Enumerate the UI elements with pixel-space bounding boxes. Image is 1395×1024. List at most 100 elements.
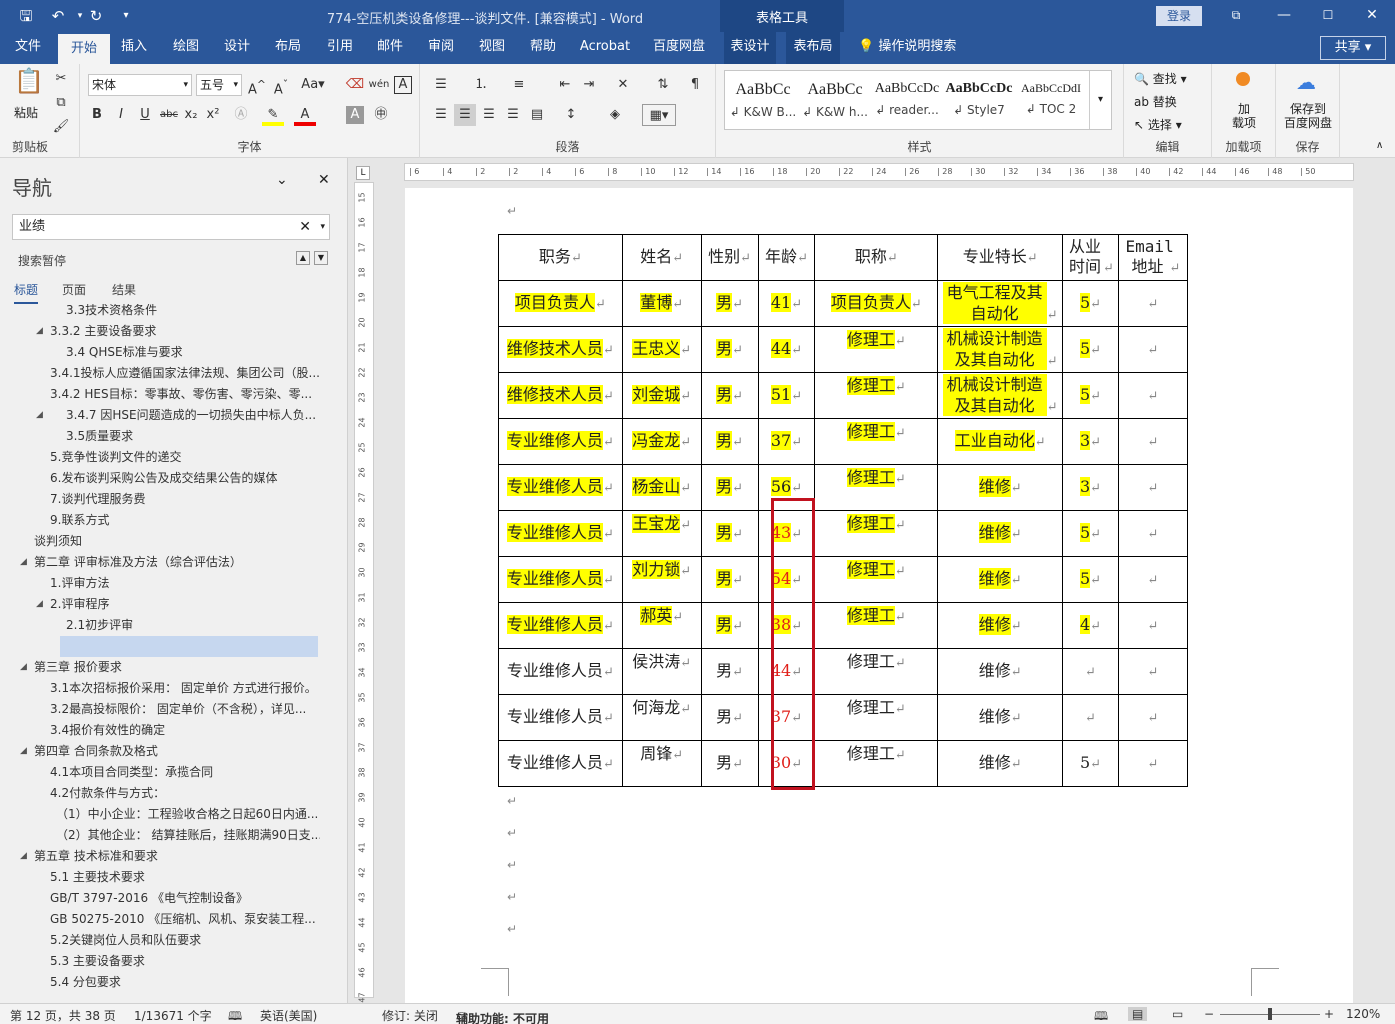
increase-indent-icon[interactable]: ⇥: [578, 74, 600, 96]
table-cell[interactable]: 机械设计制造及其自动化 ↵: [937, 372, 1064, 419]
table-cell[interactable]: 专业维修人员↵: [498, 510, 623, 557]
change-case-icon[interactable]: Aa▾: [298, 74, 328, 96]
justify-icon[interactable]: ☰: [502, 104, 524, 126]
nav-item[interactable]: 5.4 分包要求: [0, 972, 320, 992]
tab-draw[interactable]: 绘图: [164, 32, 208, 64]
table-cell[interactable]: 专业维修人员↵: [498, 740, 623, 787]
table-cell[interactable]: 周锋↵: [621, 740, 702, 787]
tab-table-design[interactable]: 表设计: [724, 32, 776, 64]
shrink-font-icon[interactable]: Aˇ: [270, 74, 292, 97]
italic-icon[interactable]: I: [110, 104, 132, 126]
table-cell[interactable]: ↵: [1117, 418, 1189, 465]
table-cell[interactable]: 51↵: [757, 372, 816, 419]
header-cell[interactable]: 姓名↵: [621, 234, 702, 281]
nav-item[interactable]: 6.发布谈判采购公告及成交结果公告的媒体: [0, 468, 320, 489]
table-cell[interactable]: 王忠义↵: [621, 326, 702, 373]
tab-baidu[interactable]: 百度网盘: [648, 32, 710, 64]
nav-item[interactable]: 9.联系方式: [0, 510, 320, 531]
header-cell[interactable]: Email地址 ↵: [1117, 234, 1189, 281]
save-to-baidu-button[interactable]: 保存到 百度网盘: [1276, 102, 1340, 130]
table-cell[interactable]: ↵: [1117, 464, 1189, 511]
grow-font-icon[interactable]: A^: [246, 74, 268, 97]
nav-close-icon[interactable]: ✕: [318, 172, 330, 188]
table-cell[interactable]: 维修↵: [937, 602, 1064, 649]
table-cell[interactable]: 专业维修人员↵: [498, 648, 623, 695]
table-cell[interactable]: 项目负责人↵: [814, 280, 939, 327]
table-cell[interactable]: 男↵: [700, 418, 759, 465]
nav-item[interactable]: ◢ 第三章 报价要求: [0, 657, 320, 678]
tab-view[interactable]: 视图: [470, 32, 514, 64]
table-cell[interactable]: ↵: [1117, 556, 1189, 603]
table-cell[interactable]: 5↵: [1062, 740, 1119, 787]
table-cell[interactable]: 何海龙↵: [621, 694, 702, 741]
vertical-ruler[interactable]: 15 16 17 18 19 20 21 22 23 24 25 26 27 28 29 30 31 32 33 34…: [354, 182, 374, 1003]
redo-icon[interactable]: ↻: [86, 6, 106, 26]
table-cell[interactable]: 机械设计制造及其自动化 ↵: [937, 326, 1064, 373]
table-cell[interactable]: 3↵: [1062, 464, 1119, 511]
nav-item[interactable]: ◢ 3.4.7 因HSE问题造成的一切损失由中标人负...: [0, 405, 320, 426]
borders-icon[interactable]: ▦▾: [642, 104, 676, 126]
style-toc2[interactable]: AaBbCcDdI ↲ TOC 2: [1015, 71, 1087, 129]
table-cell[interactable]: 专业维修人员↵: [498, 602, 623, 649]
underline-icon[interactable]: U: [134, 104, 156, 126]
table-cell[interactable]: 37↵: [757, 418, 816, 465]
table-cell[interactable]: 侯洪涛↵: [621, 648, 702, 695]
baidu-cloud-icon[interactable]: ☁: [1296, 70, 1316, 94]
addin-button[interactable]: 加 载项: [1220, 102, 1268, 130]
subscript-icon[interactable]: x₂: [180, 104, 202, 126]
decrease-indent-icon[interactable]: ⇤: [554, 74, 576, 96]
table-cell[interactable]: 工业自动化↵: [937, 418, 1064, 465]
clear-search-icon[interactable]: ✕: [299, 215, 311, 239]
superscript-icon[interactable]: x²: [202, 104, 224, 126]
table-cell[interactable]: 维修↵: [937, 556, 1064, 603]
find-button[interactable]: 🔍 查找 ▾: [1134, 70, 1187, 87]
tab-home[interactable]: 开始: [58, 34, 110, 64]
header-cell[interactable]: 年龄↵: [757, 234, 816, 281]
nav-tab-pages[interactable]: 页面: [62, 281, 86, 298]
collapse-triangle-icon[interactable]: ◢: [20, 846, 27, 867]
zoom-level[interactable]: 120%: [1346, 1007, 1380, 1021]
proofing-icon[interactable]: 🕮: [228, 1007, 242, 1024]
collapse-triangle-icon[interactable]: ◢: [20, 741, 27, 762]
cut-icon[interactable]: ✂: [50, 68, 72, 90]
strikethrough-icon[interactable]: abc: [158, 104, 180, 126]
search-dropdown-icon[interactable]: ▾: [320, 215, 325, 239]
table-cell[interactable]: 男↵: [700, 372, 759, 419]
tab-help[interactable]: 帮助: [521, 32, 565, 64]
table-cell[interactable]: ↵: [1117, 510, 1189, 557]
nav-item[interactable]: 3.2最高投标限价： 固定单价（不含税），详见...: [0, 699, 320, 720]
table-cell[interactable]: 修理工↵: [814, 418, 939, 465]
table-cell[interactable]: 维修↵: [937, 464, 1064, 511]
table-cell[interactable]: 电气工程及其自动化 ↵: [937, 280, 1064, 327]
tab-table-layout[interactable]: 表布局: [786, 32, 840, 64]
minimize-icon[interactable]: —: [1274, 5, 1294, 25]
table-cell[interactable]: 男↵: [700, 556, 759, 603]
table-cell[interactable]: 男↵: [700, 464, 759, 511]
table-cell[interactable]: 维修技术人员↵: [498, 326, 623, 373]
nav-item[interactable]: 2.1初步评审: [0, 615, 320, 636]
vertical-scrollbar[interactable]: [1356, 188, 1394, 1003]
nav-item[interactable]: GB/T 3797-2016 《电气控制设备》: [0, 888, 320, 909]
language[interactable]: 英语(美国): [260, 1007, 317, 1024]
table-cell[interactable]: ↵: [1117, 372, 1189, 419]
style-style7[interactable]: AaBbCcDc ↲ Style7: [943, 71, 1015, 129]
header-cell[interactable]: 性别↵: [700, 234, 759, 281]
table-cell[interactable]: 刘金城↵: [621, 372, 702, 419]
table-cell[interactable]: 专业维修人员↵: [498, 464, 623, 511]
table-cell[interactable]: 5↵: [1062, 556, 1119, 603]
tab-references[interactable]: 引用: [318, 32, 362, 64]
table-cell[interactable]: ↵: [1117, 602, 1189, 649]
font-color-icon[interactable]: A: [294, 104, 316, 126]
table-cell[interactable]: 修理工↵: [814, 556, 939, 603]
table-cell[interactable]: 男↵: [700, 648, 759, 695]
document-page[interactable]: ↵ 职务↵ 姓名↵ 性别↵ 年龄↵ 职称↵ 专业特长↵ 从业时间 ↵ Email地址 ↵ 项目负责人…: [405, 188, 1353, 1003]
table-cell[interactable]: 维修↵: [937, 648, 1064, 695]
collapse-triangle-icon[interactable]: ◢: [36, 594, 43, 615]
paste-label[interactable]: 粘贴: [14, 104, 38, 121]
table-cell[interactable]: 5↵: [1062, 326, 1119, 373]
nav-item[interactable]: 1.评审方法: [0, 573, 320, 594]
table-cell[interactable]: ↵: [1117, 740, 1189, 787]
copy-icon[interactable]: ⧉: [50, 92, 72, 114]
customize-qat-icon[interactable]: ▾: [116, 6, 136, 26]
addin-icon[interactable]: [1236, 72, 1250, 86]
